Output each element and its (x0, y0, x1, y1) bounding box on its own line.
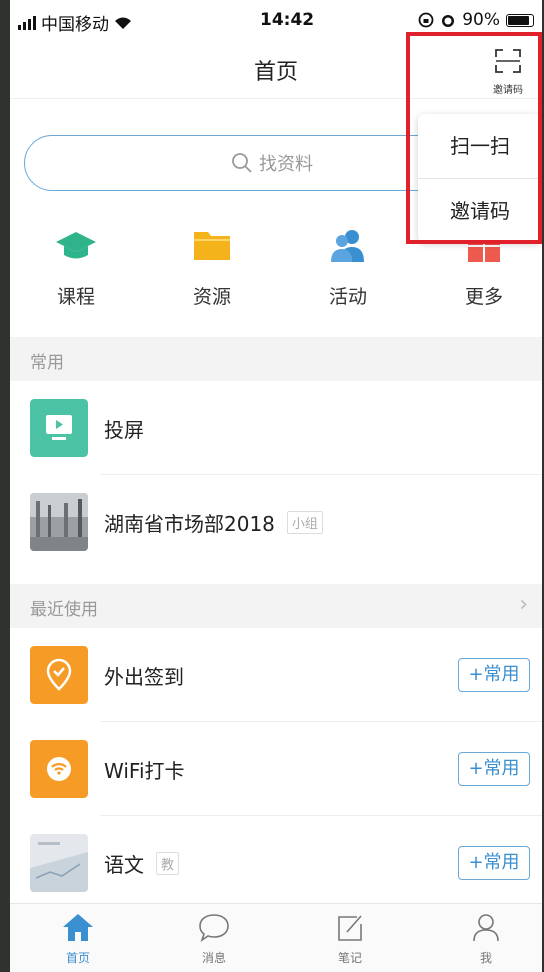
graduation-cap-icon (56, 232, 96, 259)
orientation-lock-icon (418, 12, 434, 28)
scan-frame-icon (495, 49, 521, 73)
battery-icon (506, 13, 534, 27)
group-tag: 小组 (286, 511, 323, 534)
tab-messages[interactable]: 消息 (174, 912, 254, 966)
section-title: 常用 (30, 353, 64, 373)
chat-bubble-icon (199, 914, 229, 942)
list-item-wifi[interactable]: WiFi打卡 +常用 (10, 722, 542, 816)
menu-item-scan[interactable]: 扫一扫 (418, 114, 542, 178)
search-icon (232, 153, 252, 173)
tab-label: 首页 (65, 951, 90, 965)
search-placeholder: 找资料 (259, 154, 313, 175)
page-title: 首页 (253, 60, 298, 85)
screen-cast-icon (30, 399, 88, 457)
battery-percent: 90% (462, 10, 500, 30)
alarm-icon (442, 15, 455, 27)
category-courses[interactable]: 课程 (26, 228, 126, 309)
location-checkin-icon (30, 646, 88, 704)
teacher-tag: 教 (156, 852, 180, 875)
category-label: 资源 (192, 286, 231, 308)
section-header-common: 常用 (10, 337, 542, 381)
people-icon (331, 230, 364, 262)
wifi-status-icon (115, 17, 131, 29)
list-item-label: 语文 (104, 853, 144, 877)
add-common-button[interactable]: +常用 (458, 752, 530, 786)
category-resources[interactable]: 资源 (162, 228, 262, 309)
list-item-label: 湖南省市场部2018 (104, 512, 275, 536)
tab-home[interactable]: 首页 (38, 912, 118, 966)
list-item-label: 外出签到 (104, 665, 184, 689)
list-item-chinese[interactable]: 语文 教 +常用 (10, 816, 542, 910)
carrier-info: 中国移动 (18, 10, 132, 35)
popup-menu: 扫一扫 邀请码 (418, 114, 542, 242)
course-cover-icon (30, 834, 88, 892)
category-label: 课程 (56, 286, 95, 308)
note-edit-icon (338, 915, 362, 941)
carrier-name: 中国移动 (41, 15, 109, 35)
list-item-screencast[interactable]: 投屏 (10, 381, 542, 475)
tab-me[interactable]: 我 (446, 912, 526, 966)
status-bar: 中国移动 14:42 90% (10, 0, 542, 42)
status-right: 90% (418, 10, 534, 30)
chevron-right-icon: › (519, 592, 528, 617)
tab-label: 我 (479, 951, 492, 965)
tab-label: 消息 (201, 951, 226, 965)
menu-item-invite-code[interactable]: 邀请码 (418, 178, 542, 243)
scan-invite-button[interactable]: 邀请码 (486, 44, 530, 96)
folder-icon (194, 232, 230, 260)
group-photo-icon (30, 493, 88, 551)
section-title: 最近使用 (30, 600, 98, 620)
wifi-icon (30, 740, 88, 798)
home-icon (63, 914, 93, 941)
list-item-label: WiFi打卡 (104, 759, 185, 783)
add-common-button[interactable]: +常用 (458, 658, 530, 692)
list-item-group[interactable]: 湖南省市场部2018 小组 (10, 475, 542, 569)
category-label: 更多 (464, 286, 503, 308)
category-activities[interactable]: 活动 (298, 228, 398, 309)
list-item-checkin[interactable]: 外出签到 +常用 (10, 628, 542, 722)
add-common-button[interactable]: +常用 (458, 846, 530, 880)
scan-label: 邀请码 (493, 85, 523, 96)
tab-label: 笔记 (337, 951, 362, 965)
category-label: 活动 (328, 286, 367, 308)
tab-notes[interactable]: 笔记 (310, 912, 390, 966)
signal-icon (18, 15, 36, 30)
phone-screen: 中国移动 14:42 90% 首页 邀请码 找资料 课程 资源 活动 更多 常用… (10, 0, 542, 972)
section-header-recent[interactable]: 最近使用 › (10, 584, 542, 628)
list-item-label: 投屏 (104, 418, 144, 442)
tab-bar: 首页 消息 笔记 我 (10, 903, 542, 972)
left-frame-edge (0, 0, 10, 972)
status-time: 14:42 (260, 10, 315, 30)
person-icon (473, 914, 499, 942)
nav-bar: 首页 邀请码 (10, 42, 542, 99)
